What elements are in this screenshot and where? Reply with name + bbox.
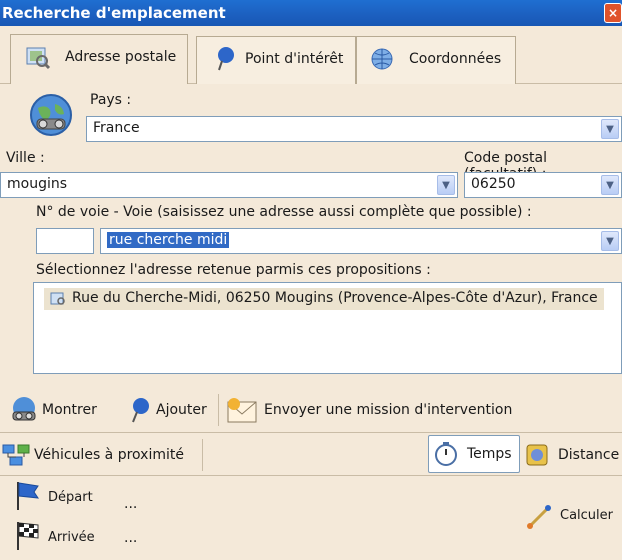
- tab-label: Coordonnées: [409, 51, 502, 67]
- actions-footer: Montrer Ajouter Envoyer une mission d'in…: [0, 384, 622, 560]
- street-number-input[interactable]: [36, 228, 94, 254]
- show-label: Montrer: [42, 402, 97, 418]
- divider: [0, 475, 622, 476]
- close-button[interactable]: ×: [604, 3, 622, 23]
- departure-button[interactable]: Départ: [14, 482, 104, 512]
- compute-label: Calculer: [560, 508, 613, 523]
- list-item[interactable]: Rue du Cherche-Midi, 06250 Mougins (Prov…: [44, 288, 604, 310]
- envelope-icon: [227, 398, 257, 423]
- add-button[interactable]: Ajouter: [128, 396, 212, 424]
- add-label: Ajouter: [156, 402, 207, 418]
- world-search-icon: [30, 94, 72, 136]
- binoculars-globe-icon: [12, 397, 36, 421]
- tab-strip: Adresse postale Point d'intérêt Coordonn…: [0, 26, 622, 84]
- results-list[interactable]: Rue du Cherche-Midi, 06250 Mougins (Prov…: [33, 282, 622, 374]
- result-text: Rue du Cherche-Midi, 06250 Mougins (Prov…: [72, 290, 598, 306]
- departure-value: ...: [124, 496, 138, 512]
- network-icon: [2, 444, 30, 466]
- globe-icon: [371, 48, 393, 70]
- postal-value: 06250: [471, 176, 516, 192]
- arrival-button[interactable]: Arrivée: [14, 522, 104, 552]
- send-mission-button[interactable]: Envoyer une mission d'intervention: [226, 396, 516, 424]
- chevron-down-icon[interactable]: ▼: [601, 175, 619, 195]
- city-label: Ville :: [6, 150, 45, 166]
- flag-icon: [17, 482, 40, 510]
- pin-icon: [132, 398, 149, 423]
- street-value: rue cherche midi: [107, 232, 230, 248]
- ruler-icon: [526, 444, 548, 466]
- map-search-icon: [50, 292, 65, 305]
- separator: [218, 394, 219, 426]
- tab-coordonnees[interactable]: Coordonnées: [356, 36, 516, 84]
- tab-point-interet[interactable]: Point d'intérêt: [196, 36, 356, 84]
- results-label: Sélectionnez l'adresse retenue parmis ce…: [36, 262, 431, 278]
- send-mission-label: Envoyer une mission d'intervention: [264, 402, 513, 418]
- arrival-label: Arrivée: [48, 530, 95, 545]
- country-label: Pays :: [90, 92, 132, 108]
- time-toggle[interactable]: Temps: [428, 435, 520, 473]
- map-search-icon: [26, 47, 51, 70]
- country-value: France: [93, 120, 140, 136]
- arrival-value: ...: [124, 530, 138, 546]
- nearby-vehicles-label: Véhicules à proximité: [34, 447, 184, 463]
- postal-select[interactable]: 06250 ▼: [464, 172, 622, 198]
- tab-adresse-postale[interactable]: Adresse postale: [10, 34, 188, 84]
- window-titlebar: Recherche d'emplacement ×: [0, 0, 622, 26]
- close-icon: ×: [607, 6, 619, 20]
- window-title: Recherche d'emplacement: [2, 4, 226, 22]
- street-select[interactable]: rue cherche midi ▼: [100, 228, 622, 254]
- show-button[interactable]: Montrer: [10, 396, 120, 424]
- distance-label: Distance: [558, 447, 620, 463]
- stopwatch-icon: [435, 442, 457, 466]
- route-icon: [527, 505, 551, 529]
- street-label: N° de voie - Voie (saisissez une adresse…: [36, 204, 532, 220]
- tab-label: Adresse postale: [65, 49, 177, 65]
- actions-row-2: Véhicules à proximité Temps Distance: [0, 433, 622, 475]
- tab-label: Point d'intérêt: [245, 51, 344, 67]
- city-value: mougins: [7, 176, 68, 192]
- chevron-down-icon[interactable]: ▼: [437, 175, 455, 195]
- nearby-vehicles-button[interactable]: Véhicules à proximité: [0, 441, 196, 469]
- time-label: Temps: [467, 446, 512, 462]
- city-select[interactable]: mougins ▼: [0, 172, 458, 198]
- country-select[interactable]: France ▼: [86, 116, 622, 142]
- actions-row-1: Montrer Ajouter Envoyer une mission d'in…: [0, 388, 622, 430]
- distance-button[interactable]: Distance: [524, 441, 620, 469]
- chevron-down-icon[interactable]: ▼: [601, 231, 619, 251]
- pin-icon: [218, 47, 234, 71]
- checkered-flag-icon: [17, 522, 39, 550]
- separator: [202, 439, 203, 471]
- compute-button[interactable]: Calculer: [526, 502, 620, 530]
- departure-label: Départ: [48, 490, 93, 505]
- chevron-down-icon[interactable]: ▼: [601, 119, 619, 139]
